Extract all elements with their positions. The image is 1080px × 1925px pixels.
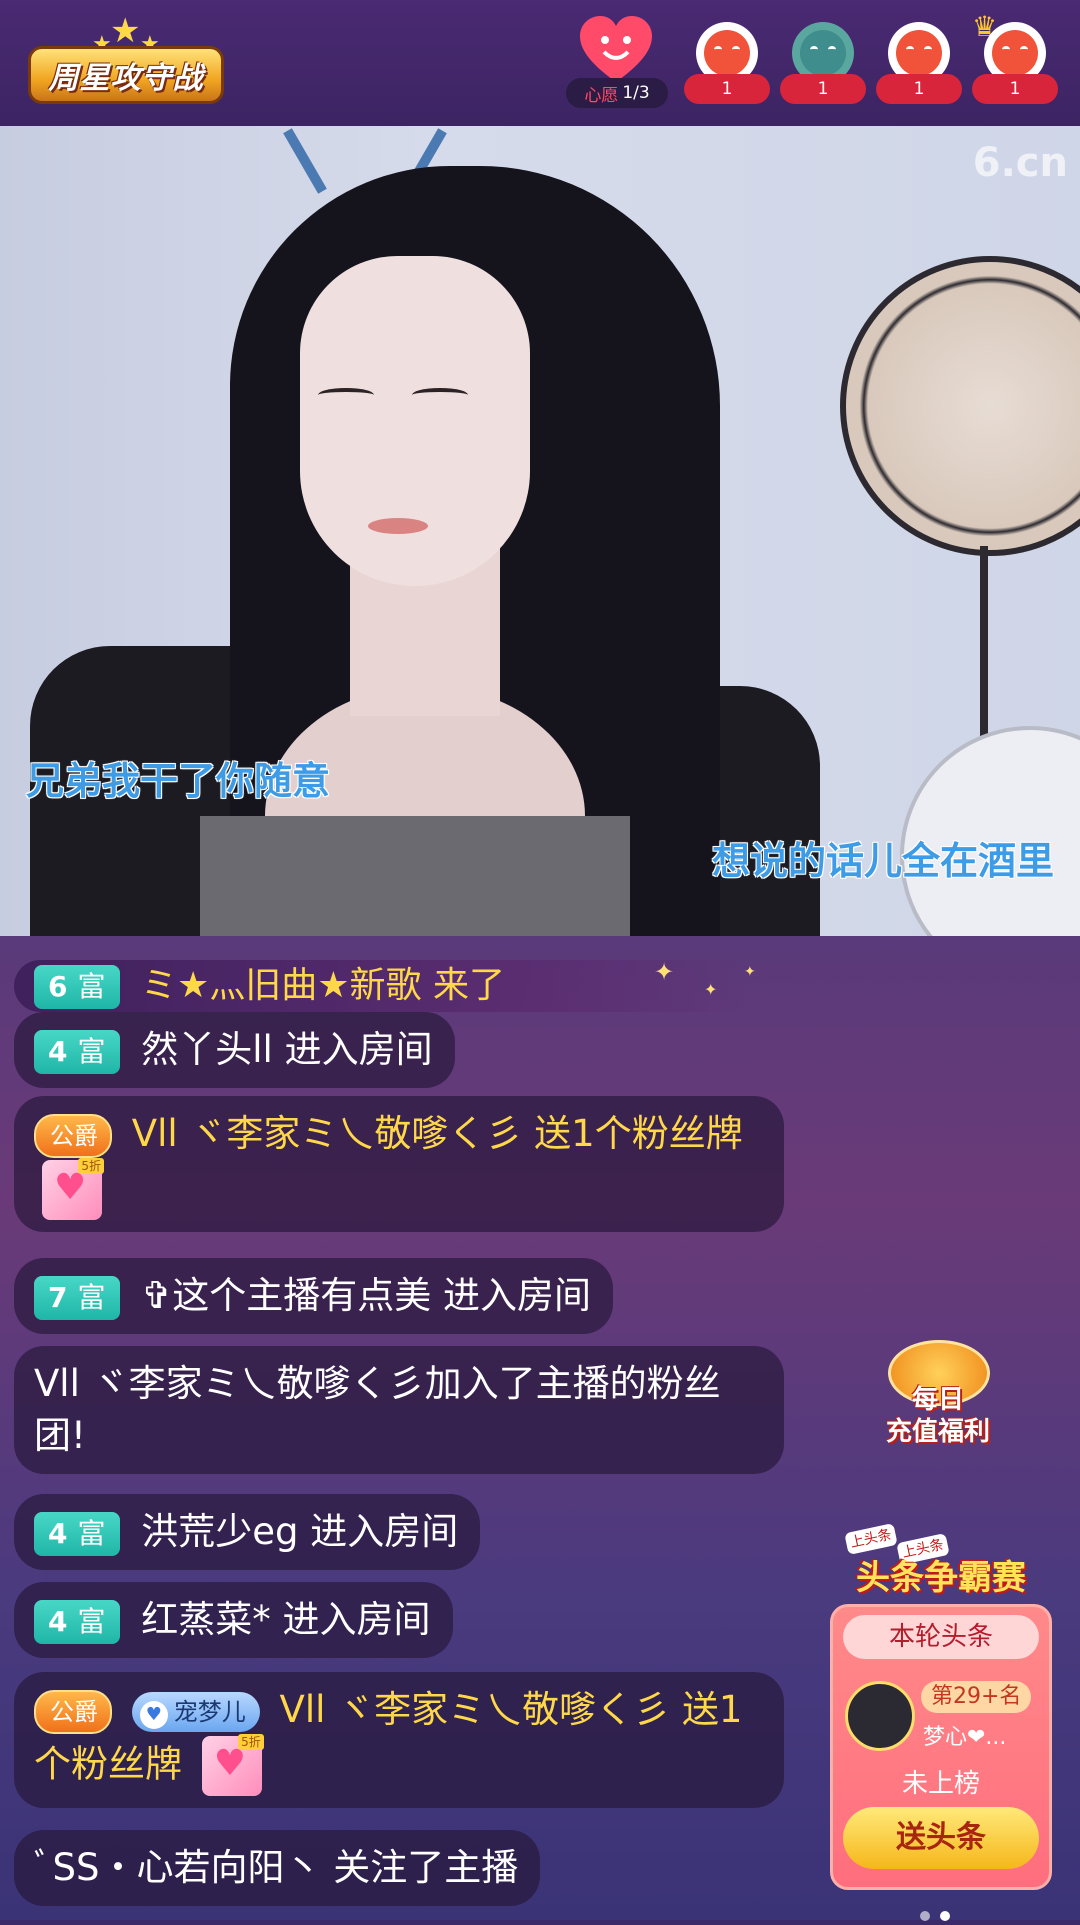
wish-label: 心愿 [584,85,619,106]
chat-message[interactable]: 公爵 ♥ 宠梦儿 Vll ヾ李家ミ乀敬嗲く彡 送1个粉丝牌 ♥ 5折 [14,1672,784,1808]
streamer-eye [412,388,468,402]
gift-heart-icon: ♥ 5折 [42,1158,104,1220]
chat-message[interactable]: 公爵 Vll ヾ李家ミ乀敬嗲く彡 送1个粉丝牌 ♥ 5折 [14,1096,784,1232]
viewer-avatar[interactable]: 1 [876,22,962,108]
fan-club-badge: ♥ 宠梦儿 [131,1691,260,1732]
top-bar: ★ ★ ★ 周星攻守战 心愿 1/3 1 1 1 ♛ 1 [0,0,1080,126]
banner-text: ミ★灬旧曲★新歌 来了 [140,965,505,1006]
watermark: 6.cn [972,140,1068,186]
viewer-count: 1 [972,74,1058,104]
headline-rank: 第29+名 [921,1681,1032,1713]
wish-progress-pill: 心愿 1/3 [566,78,668,108]
chat-message[interactable]: 4富 红蒸菜* 进入房间 [14,1582,453,1658]
message-text: ✞这个主播有点美 进入房间 [141,1274,592,1317]
sparkle-icon: ✦ [704,980,718,999]
sparkle-icon: ✦ [654,958,675,986]
viewer-count: 1 [780,74,866,104]
chat-message[interactable]: Vll ヾ李家ミ乀敬嗲く彡加入了主播的粉丝团! [14,1346,784,1474]
headline-card: 本轮头条 第29+名 梦心❤... 未上榜 送头条 [830,1604,1052,1890]
wish-widget[interactable]: 心愿 1/3 [566,16,668,108]
duke-badge: 公爵 [34,1689,112,1734]
streamer-face [300,256,530,586]
rich-level-badge: 4富 [34,1029,120,1074]
message-text: Vll ヾ李家ミ乀敬嗲く彡加入了主播的粉丝团! [34,1362,721,1457]
fan-heart-icon: ♥ [139,1700,168,1729]
viewer-avatar[interactable]: 1 [780,22,866,108]
antler-left [283,128,327,194]
headline-name: 梦心❤... [923,1725,1007,1750]
message-action: 送1个粉丝牌 [534,1112,743,1155]
gift-heart-icon: ♥ 5折 [201,1734,264,1796]
send-headline-button[interactable]: 送头条 [843,1807,1039,1869]
announcement-banner: 6富 ミ★灬旧曲★新歌 来了 [14,960,754,1012]
logo-text: 周星攻守战 [48,61,204,96]
rich-level-badge: 6富 [34,965,120,1009]
wish-heart-icon [580,16,652,82]
chat-message[interactable]: 4富 洪荒少eg 进入房间 [14,1494,481,1570]
streamer-top [200,816,630,936]
rich-level-badge: 7富 [34,1275,120,1320]
daily-recharge-promo[interactable]: 每日 充值福利 [858,1340,1018,1460]
sparkle-icon: ✦ [744,964,756,980]
chat-message[interactable]: 7富 ✞这个主播有点美 进入房间 [14,1258,614,1334]
headline-status: 未上榜 [901,1769,980,1799]
viewer-avatar[interactable]: 1 [684,22,770,108]
streamer-eye [318,388,374,402]
viewer-count: 1 [876,74,962,104]
headline-title: 头条争霸赛 [856,1558,1026,1598]
message-text: 然丫头ll 进入房间 [141,1028,433,1071]
message-text: 洪荒少eg 进入房间 [141,1510,459,1553]
lyric-line: 想说的话儿全在酒里 [711,839,1054,883]
chat-message[interactable]: ﾞSS・心若向阳丶 关注了主播 [14,1830,541,1906]
streamer-lips [368,518,428,534]
avatar [845,1681,915,1751]
ring-lamp [840,256,1080,556]
viewer-avatar[interactable]: ♛ 1 [972,10,1058,108]
lyric-line: 兄弟我干了你随意 [26,759,331,803]
weekly-star-logo[interactable]: ★ ★ ★ 周星攻守战 [28,14,224,108]
chat-message[interactable]: 4富 然丫头ll 进入房间 [14,1012,455,1088]
message-user[interactable]: Vll ヾ李家ミ乀敬嗲く彡 [280,1688,671,1731]
daily-promo-text: 每日 充值福利 [885,1385,990,1447]
viewer-count: 1 [684,74,770,104]
rich-level-badge: 4富 [34,1599,120,1644]
headline-contest-widget[interactable]: 上头条 上头条 头条争霸赛 本轮头条 第29+名 梦心❤... 未上榜 送头条 [830,1523,1052,1900]
rich-level-badge: 4富 [34,1511,120,1556]
message-text: ﾞSS・心若向阳丶 关注了主播 [34,1846,519,1889]
live-video[interactable]: 6.cn 兄弟我干了你随意 想说的话儿全在酒里 [0,126,1080,936]
headline-round-label: 本轮头条 [843,1615,1039,1659]
star-icon: ★ [110,11,141,51]
message-user[interactable]: Vll ヾ李家ミ乀敬嗲く彡 [132,1112,523,1155]
logo-plate: 周星攻守战 [28,46,224,104]
duke-badge: 公爵 [34,1113,112,1158]
message-text: 红蒸菜* 进入房间 [141,1598,431,1641]
wish-progress: 1/3 [622,83,650,103]
page-indicator [920,1906,960,1925]
